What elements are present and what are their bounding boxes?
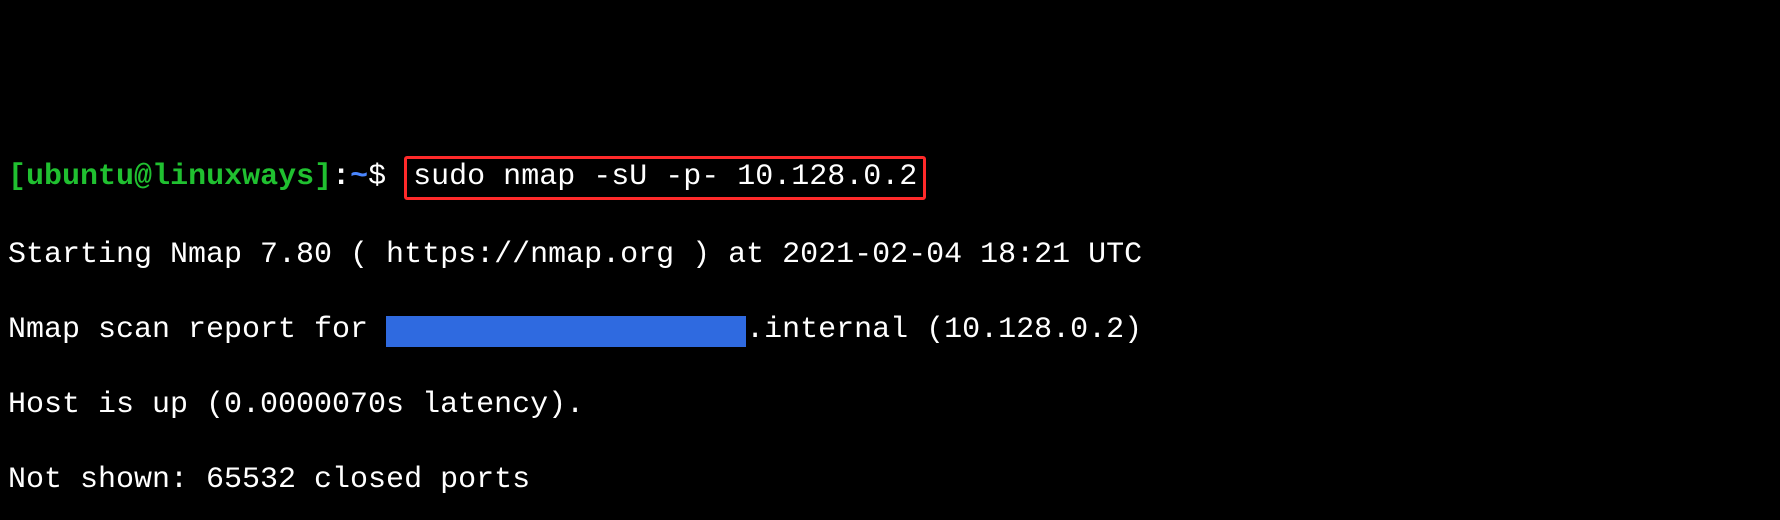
command-highlight-box: sudo nmap -sU -p- 10.128.0.2 (404, 156, 926, 200)
prompt-user: ubuntu (26, 160, 134, 194)
prompt-colon: : (332, 160, 350, 194)
prompt-space (386, 160, 404, 194)
prompt-cwd: ~ (350, 160, 368, 194)
bracket-open-icon: [ (8, 160, 26, 194)
output-starting: Starting Nmap 7.80 ( https://nmap.org ) … (8, 237, 1772, 275)
prompt-line[interactable]: [ubuntu@linuxways]:~$ sudo nmap -sU -p- … (8, 156, 1772, 200)
prompt-host: linuxways (152, 160, 314, 194)
output-scan-report: Nmap scan report for .internal (10.128.0… (8, 312, 1772, 350)
report-suffix: .internal (10.128.0.2) (746, 313, 1142, 347)
output-host-up: Host is up (0.0000070s latency). (8, 387, 1772, 425)
redacted-hostname (386, 316, 746, 348)
command-text: sudo nmap -sU -p- 10.128.0.2 (413, 160, 917, 194)
prompt-at: @ (134, 160, 152, 194)
report-prefix: Nmap scan report for (8, 313, 386, 347)
prompt-dollar: $ (368, 160, 386, 194)
bracket-close-icon: ] (314, 160, 332, 194)
output-not-shown: Not shown: 65532 closed ports (8, 462, 1772, 500)
